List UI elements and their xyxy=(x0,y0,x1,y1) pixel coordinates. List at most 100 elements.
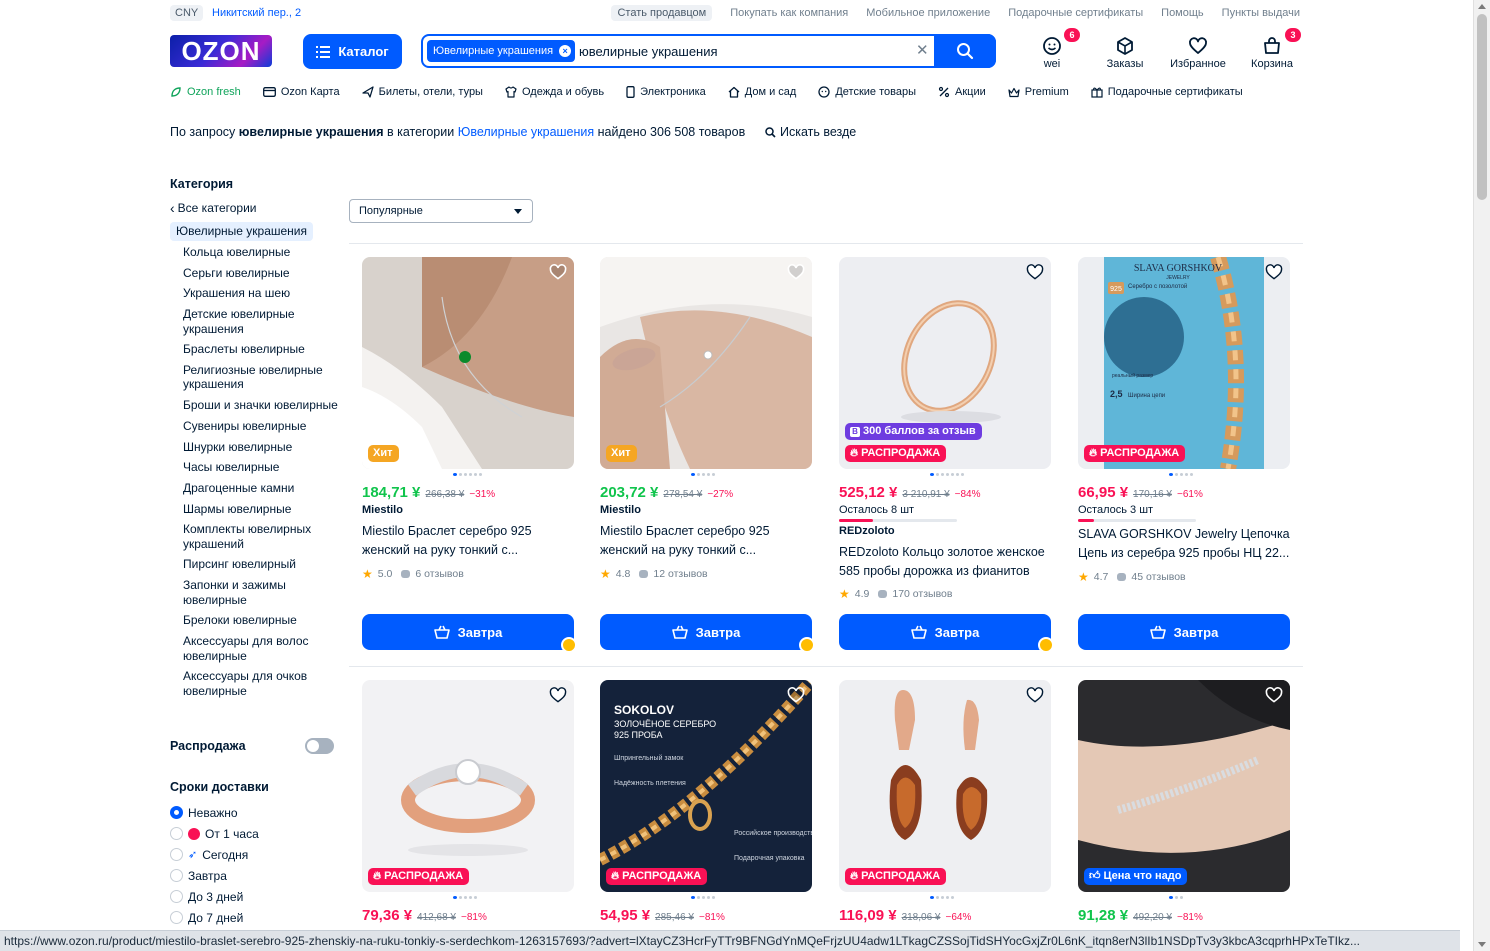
bracelet-photo xyxy=(1078,680,1290,892)
subcategory-item[interactable]: Шнурки ювелирные xyxy=(183,440,340,455)
radio[interactable] xyxy=(170,911,183,924)
product-image[interactable]: Хит xyxy=(600,257,812,469)
search-input[interactable] xyxy=(579,36,909,66)
subcategory-item[interactable]: Драгоценные камни xyxy=(183,481,340,496)
subcategory-item[interactable]: Украшения на шею xyxy=(183,286,340,301)
gift-cards-link[interactable]: Подарочные сертификаты xyxy=(1008,5,1143,21)
delivery-option[interactable]: Завтра xyxy=(170,865,340,886)
clear-search-icon[interactable]: ✕ xyxy=(916,42,929,60)
search-button[interactable] xyxy=(934,34,996,68)
help-link[interactable]: Помощь xyxy=(1161,5,1204,21)
nav-premium[interactable]: Premium xyxy=(1008,84,1069,100)
add-to-cart-button[interactable]: Завтра xyxy=(839,614,1051,650)
currency-selector[interactable]: CNY xyxy=(170,5,204,21)
current-category[interactable]: Ювелирные украшения xyxy=(170,222,314,241)
profile-button[interactable]: wei 6 xyxy=(1022,28,1082,70)
nav-promos[interactable]: Акции xyxy=(938,84,986,100)
ozon-logo[interactable]: OZON xyxy=(170,35,272,67)
delivery-option[interactable]: ➶ Сегодня xyxy=(170,844,340,865)
orders-button[interactable]: Заказы xyxy=(1095,36,1155,70)
reviews-count[interactable]: 6 отзывов xyxy=(415,568,463,580)
sort-select[interactable]: Популярные xyxy=(349,199,533,223)
product-title[interactable]: SLAVA GORSHKOV Jewelry Цепочка Цепь из с… xyxy=(1078,525,1290,563)
old-price: 170,16 ¥ xyxy=(1133,489,1172,500)
pickup-points-link[interactable]: Пункты выдачи xyxy=(1222,5,1300,21)
delivery-option[interactable]: От 1 часа xyxy=(170,823,340,844)
nav-tickets[interactable]: Билеты, отели, туры xyxy=(361,84,483,100)
scrollbar-thumb[interactable] xyxy=(1477,14,1487,200)
subcategory-item[interactable]: Шармы ювелирные xyxy=(183,502,340,517)
subcategory-item[interactable]: Кольца ювелирные xyxy=(183,245,340,260)
delivery-address[interactable]: Никитский пер., 2 xyxy=(212,5,301,21)
subcategory-item[interactable]: Запонки и зажимы ювелирные xyxy=(183,578,340,607)
summary-category-link[interactable]: Ювелирные украшения xyxy=(458,125,594,139)
subcategory-item[interactable]: Серьги ювелирные xyxy=(183,266,340,281)
nav-clothes[interactable]: Одежда и обувь xyxy=(505,84,604,100)
add-to-cart-button[interactable]: Завтра xyxy=(1078,614,1290,650)
subcategory-item[interactable]: Сувениры ювелирные xyxy=(183,419,340,434)
subcategory-item[interactable]: Аксессуары для очков ювелирные xyxy=(183,669,340,698)
product-image[interactable]: 👍︎ Цена что надо xyxy=(1078,680,1290,892)
current-price: 66,95 ¥ xyxy=(1078,484,1129,501)
radio[interactable] xyxy=(170,827,183,840)
radio[interactable] xyxy=(170,848,183,861)
become-seller-link[interactable]: Стать продавцом xyxy=(611,5,713,21)
subcategory-item[interactable]: Брелоки ювелирные xyxy=(183,613,340,628)
page-scrollbar[interactable] xyxy=(1473,0,1490,951)
chip-close-icon[interactable]: × xyxy=(559,45,572,57)
subcategory-item[interactable]: Браслеты ювелирные xyxy=(183,342,340,357)
subcategory-item[interactable]: Пирсинг ювелирный xyxy=(183,557,340,572)
nav-ozon-card[interactable]: Ozon Карта xyxy=(262,84,340,100)
nav-electronics[interactable]: Электроника xyxy=(626,84,706,100)
catalog-button[interactable]: Каталог xyxy=(303,34,402,69)
scroll-up-icon[interactable] xyxy=(1478,4,1486,9)
all-categories-link[interactable]: ‹ Все категории xyxy=(170,200,340,216)
product-image[interactable]: B 300 баллов за отзыв 🔥︎ РАСПРОДАЖА xyxy=(839,257,1051,469)
delivery-option[interactable]: До 7 дней xyxy=(170,907,340,928)
add-to-cart-button[interactable]: Завтра xyxy=(362,614,574,650)
add-to-cart-button[interactable]: Завтра xyxy=(600,614,812,650)
nav-home-garden[interactable]: Дом и сад xyxy=(728,84,796,100)
radio[interactable] xyxy=(170,890,183,903)
subcategory-item[interactable]: Часы ювелирные xyxy=(183,460,340,475)
heart-icon[interactable] xyxy=(549,687,567,703)
product-image[interactable]: 🔥︎ РАСПРОДАЖА xyxy=(362,680,574,892)
delivery-option[interactable]: До 3 дней xyxy=(170,886,340,907)
product-image[interactable]: 🔥︎ РАСПРОДАЖА xyxy=(839,680,1051,892)
product-title[interactable]: Miestilo Браслет серебро 925 женский на … xyxy=(362,522,574,560)
subcategory-item[interactable]: Аксессуары для волос ювелирные xyxy=(183,634,340,663)
reviews-count[interactable]: 45 отзывов xyxy=(1131,571,1185,583)
scroll-down-icon[interactable] xyxy=(1478,942,1486,947)
subcategory-item[interactable]: Комплекты ювелирных украшений xyxy=(183,522,340,551)
favorites-button[interactable]: Избранное xyxy=(1168,36,1228,70)
subcategory-item[interactable]: Броши и значки ювелирные xyxy=(183,398,340,413)
product-image[interactable]: SOKOLOV ЗОЛОЧЁНОЕ СЕРЕБРО 925 ПРОБА Шпри… xyxy=(600,680,812,892)
heart-icon[interactable] xyxy=(787,687,805,703)
reviews-count[interactable]: 170 отзывов xyxy=(892,588,952,600)
search-everywhere-link[interactable]: Искать везде xyxy=(765,124,856,140)
radio[interactable] xyxy=(170,869,183,882)
subcategory-item[interactable]: Религиозные ювелирные украшения xyxy=(183,363,340,392)
mobile-app-link[interactable]: Мобильное приложение xyxy=(866,5,990,21)
heart-icon[interactable] xyxy=(787,264,805,280)
heart-icon[interactable] xyxy=(1265,687,1283,703)
subcategory-item[interactable]: Детские ювелирные украшения xyxy=(183,307,340,336)
product-title[interactable]: Miestilo Браслет серебро 925 женский на … xyxy=(600,522,812,560)
nav-gift-cards[interactable]: Подарочные сертификаты xyxy=(1091,84,1243,100)
cart-button[interactable]: Корзина 3 xyxy=(1242,28,1302,70)
sale-toggle[interactable] xyxy=(305,738,334,754)
product-image[interactable]: SLAVA GORSHKOV JEWELRY 925 Серебро с поз… xyxy=(1078,257,1290,469)
delivery-option[interactable]: Неважно xyxy=(170,802,340,823)
search-category-chip[interactable]: Ювелирные украшения × xyxy=(427,40,576,62)
product-image[interactable]: Хит xyxy=(362,257,574,469)
buy-as-company-link[interactable]: Покупать как компания xyxy=(730,5,848,21)
nav-kids[interactable]: Детские товары xyxy=(818,84,916,100)
heart-icon[interactable] xyxy=(549,264,567,280)
radio-selected[interactable] xyxy=(170,806,183,819)
reviews-count[interactable]: 12 отзывов xyxy=(653,568,707,580)
heart-icon[interactable] xyxy=(1265,264,1283,280)
nav-ozon-fresh[interactable]: Ozon fresh xyxy=(170,84,241,100)
product-title[interactable]: REDzoloto Кольцо золотое женское 585 про… xyxy=(839,543,1051,581)
heart-icon[interactable] xyxy=(1026,687,1044,703)
heart-icon[interactable] xyxy=(1026,264,1044,280)
